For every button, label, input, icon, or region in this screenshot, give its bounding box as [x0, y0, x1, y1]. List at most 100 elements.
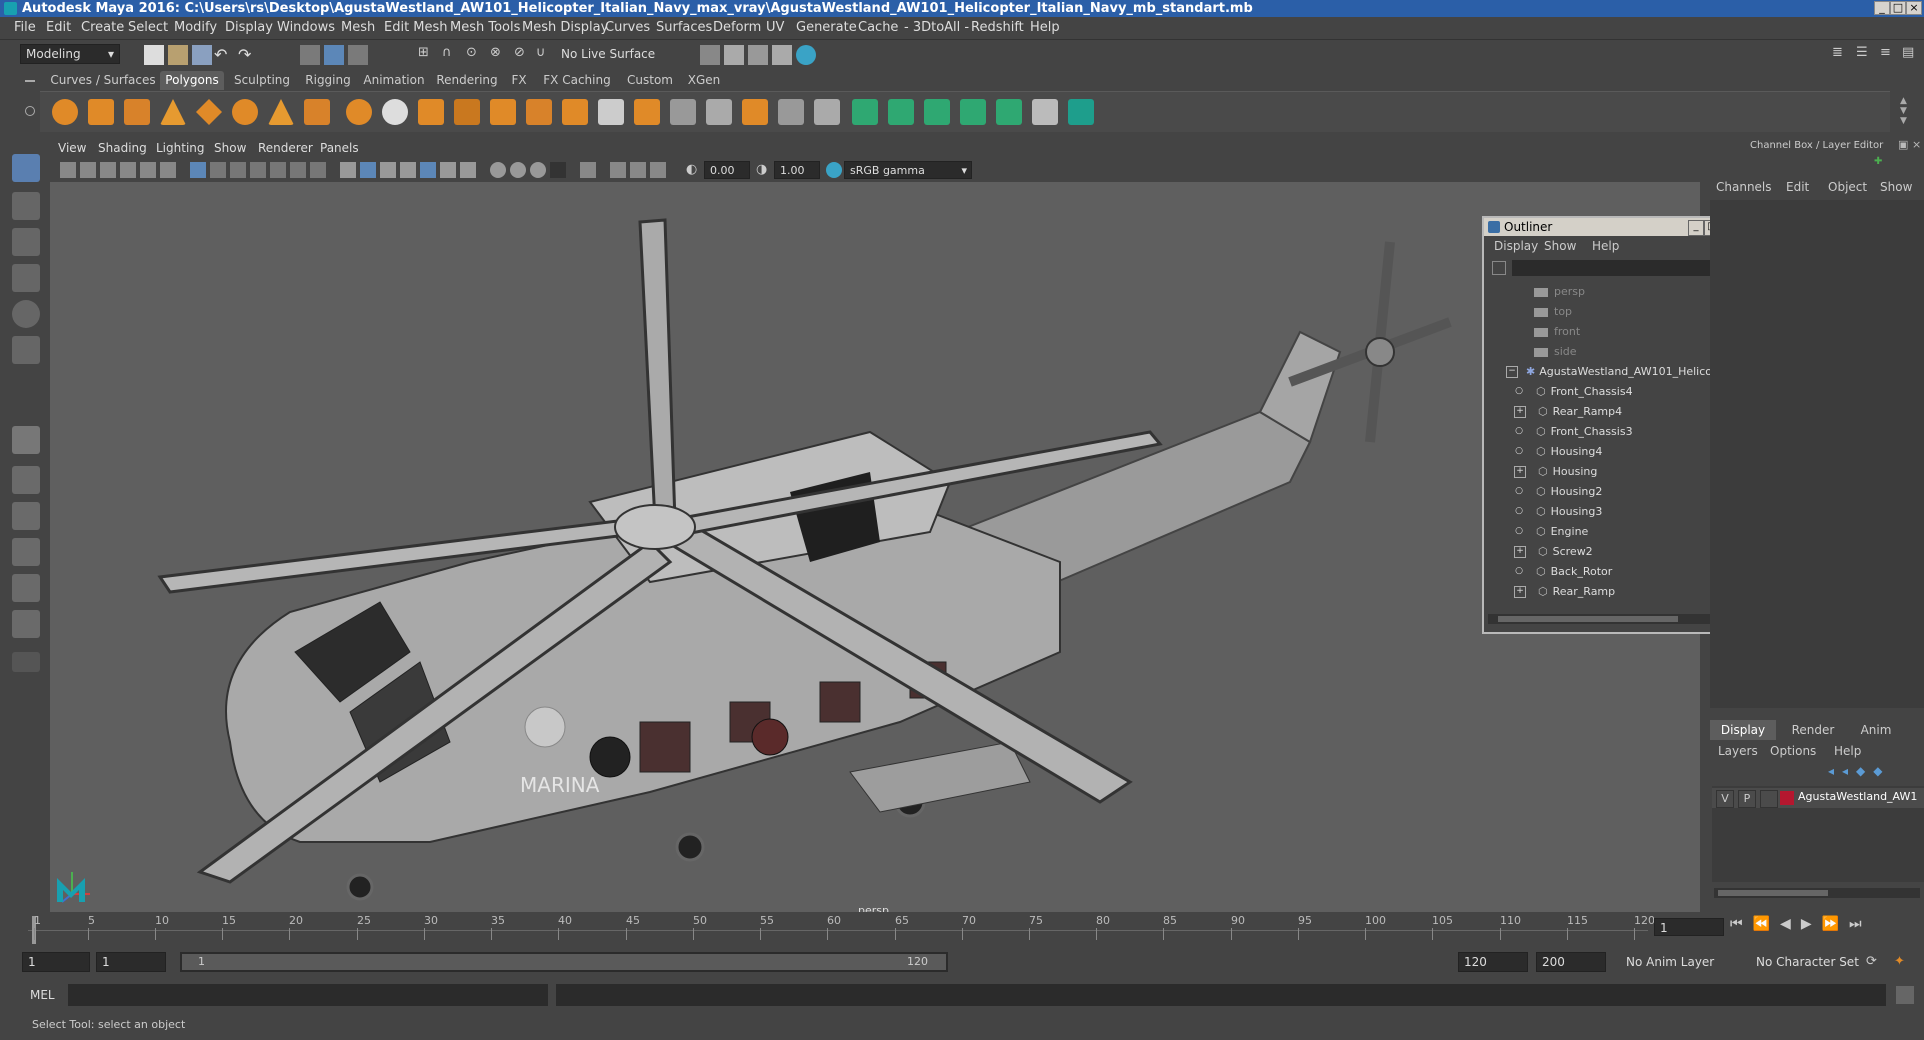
modeling-toolkit-icon[interactable]: ≣ — [1832, 45, 1852, 65]
collapse-icon[interactable]: − — [1506, 366, 1518, 378]
single-pane-layout-icon[interactable] — [12, 426, 40, 454]
render-view-icon[interactable] — [772, 45, 792, 65]
menu-select[interactable]: Select — [128, 20, 168, 35]
uv-planar-icon[interactable] — [852, 99, 878, 125]
target-weld-icon[interactable] — [778, 99, 804, 125]
menu-curves[interactable]: Curves — [605, 20, 650, 35]
tree-item[interactable]: persp — [1534, 282, 1585, 302]
persp-outliner-layout-icon[interactable] — [12, 538, 40, 566]
outliner-hscrollbar[interactable] — [1488, 614, 1724, 624]
camera-attributes-icon[interactable] — [80, 162, 96, 178]
tab-custom[interactable]: Custom — [622, 71, 678, 90]
menu-generate[interactable]: Generate — [796, 20, 857, 35]
poly-torus-icon[interactable] — [232, 99, 258, 125]
uv-cylindrical-icon[interactable] — [888, 99, 914, 125]
separate-icon[interactable] — [382, 99, 408, 125]
hypershade-layout-icon[interactable] — [12, 610, 40, 638]
uv-unfold-icon[interactable] — [996, 99, 1022, 125]
vp-menu-show[interactable]: Show — [214, 141, 246, 155]
go-to-start-icon[interactable]: ⏮ — [1730, 916, 1753, 932]
uv-checker-icon[interactable] — [1032, 99, 1058, 125]
select-component-icon[interactable] — [348, 45, 368, 65]
menu-create[interactable]: Create — [81, 20, 124, 35]
new-scene-icon[interactable] — [144, 45, 164, 65]
layer-color-swatch[interactable] — [1780, 791, 1794, 805]
persp-graph-layout-icon[interactable] — [12, 574, 40, 602]
minimize-button[interactable]: _ — [1874, 1, 1890, 15]
tree-item-root[interactable]: − ✱ AgustaWestland_AW101_Helicop — [1506, 362, 1719, 382]
menu-edit[interactable]: Edit — [46, 20, 71, 35]
gate-mask-icon[interactable] — [250, 162, 266, 178]
poly-cone-icon[interactable] — [160, 99, 186, 125]
tool-settings-icon[interactable]: ≡ — [1880, 45, 1900, 65]
outliner-menu-display[interactable]: Display — [1494, 239, 1538, 253]
tree-item[interactable]: + ⬡ Rear_Ramp4 — [1514, 402, 1622, 422]
menu-mesh[interactable]: Mesh — [341, 20, 375, 35]
anti-aliasing-icon[interactable] — [530, 162, 546, 178]
vp-menu-view[interactable]: View — [58, 141, 86, 155]
image-plane-icon[interactable] — [120, 162, 136, 178]
layout-expand-icon[interactable] — [12, 652, 40, 672]
ipr-render-icon[interactable] — [748, 45, 768, 65]
poly-cylinder-icon[interactable] — [124, 99, 150, 125]
tab-anim-layers[interactable]: Anim — [1846, 720, 1906, 740]
layer-playback-toggle[interactable]: P — [1738, 790, 1756, 808]
perspective-viewport[interactable]: MARINA persp — [50, 182, 1700, 912]
render-settings-icon[interactable] — [700, 45, 720, 65]
channel-box-icon[interactable]: ▤ — [1902, 45, 1922, 65]
xray-joints-icon[interactable] — [630, 162, 646, 178]
tree-item[interactable]: ○ ⬡ Engine — [1514, 522, 1588, 542]
menu-windows[interactable]: Windows — [277, 20, 335, 35]
film-gate-icon[interactable] — [210, 162, 226, 178]
menu-help[interactable]: Help — [1030, 20, 1060, 35]
xray-components-icon[interactable] — [650, 162, 666, 178]
outliner-minimize-button[interactable]: _ — [1688, 220, 1704, 236]
cb-menu-edit[interactable]: Edit — [1786, 180, 1809, 194]
layer-row[interactable]: V P AgustaWestland_AW1 — [1712, 788, 1924, 808]
render-frame-icon[interactable] — [724, 45, 744, 65]
tree-item[interactable]: top — [1534, 302, 1572, 322]
close-button[interactable]: × — [1906, 1, 1922, 15]
poly-sphere-icon[interactable] — [52, 99, 78, 125]
xray-icon[interactable] — [610, 162, 626, 178]
menu-file[interactable]: File — [14, 20, 36, 35]
menu-surfaces[interactable]: Surfaces — [656, 20, 712, 35]
tree-item[interactable]: + ⬡ Housing — [1514, 462, 1597, 482]
maximize-button[interactable]: □ — [1890, 1, 1906, 15]
tab-curves-surfaces[interactable]: Curves / Surfaces — [50, 71, 156, 90]
panel-float-icon[interactable]: ▣ — [1898, 138, 1908, 151]
default-material-icon[interactable] — [380, 162, 396, 178]
tree-item[interactable]: ○ ⬡ Housing3 — [1514, 502, 1602, 522]
outliner-hscroll-thumb[interactable] — [1498, 616, 1678, 622]
scene-end-field[interactable]: 200 — [1536, 952, 1606, 972]
paint-select-tool-icon[interactable] — [12, 228, 40, 256]
go-to-end-icon[interactable]: ⏭ — [1849, 916, 1872, 932]
uv-automatic-icon[interactable] — [960, 99, 986, 125]
insert-edge-loop-icon[interactable] — [706, 99, 732, 125]
bridge-icon[interactable] — [598, 99, 624, 125]
tab-rigging[interactable]: Rigging — [300, 71, 356, 90]
safe-action-icon[interactable] — [290, 162, 306, 178]
grease-pencil-icon[interactable] — [160, 162, 176, 178]
tab-fx[interactable]: FX — [506, 71, 532, 90]
menu-modify[interactable]: Modify — [174, 20, 217, 35]
safe-title-icon[interactable] — [310, 162, 326, 178]
mode-selector[interactable]: Modeling ▾ — [20, 44, 120, 64]
lasso-tool-icon[interactable] — [12, 192, 40, 220]
playback-end-field[interactable]: 120 — [1458, 952, 1528, 972]
tree-item[interactable]: ○ ⬡ Front_Chassis3 — [1514, 422, 1633, 442]
mirror-icon[interactable] — [814, 99, 840, 125]
snap-point-icon[interactable]: ⊙ — [466, 45, 486, 65]
tab-display-layers[interactable]: Display — [1710, 720, 1776, 740]
redo-icon[interactable]: ↷ — [238, 45, 258, 65]
tab-xgen[interactable]: XGen — [682, 71, 726, 90]
panel-close-icon[interactable]: × — [1912, 138, 1921, 151]
bool-union-icon[interactable] — [490, 99, 516, 125]
shelf-scroll-icon[interactable]: ▲ ▼ ▼ — [1900, 96, 1912, 126]
textured-icon[interactable] — [420, 162, 436, 178]
step-back-icon[interactable]: ⏪ — [1753, 916, 1780, 932]
outliner-window[interactable]: Outliner _ □ × Display Show Help persp t… — [1482, 216, 1738, 634]
tree-item[interactable]: ○ ⬡ Back_Rotor — [1514, 562, 1612, 582]
expand-icon[interactable]: + — [1514, 586, 1526, 598]
layers-menu-layers[interactable]: Layers — [1718, 744, 1758, 758]
